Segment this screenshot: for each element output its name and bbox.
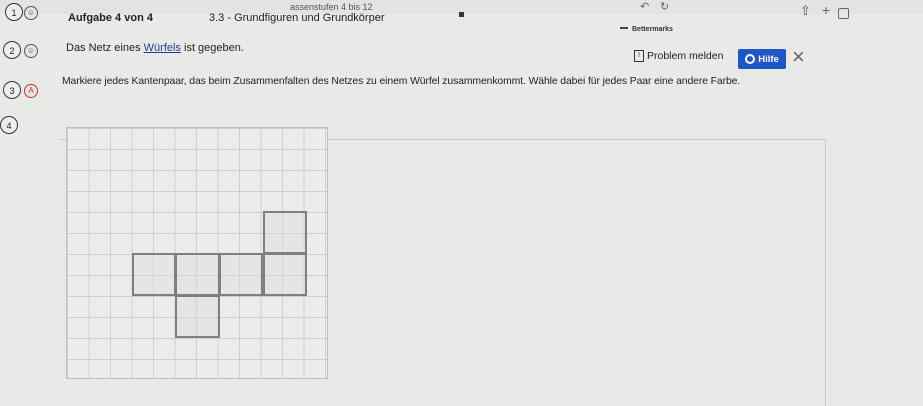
cube-face-2[interactable] [131,253,177,296]
report-label: Problem melden [647,50,724,62]
step-1-button[interactable]: 1 [5,3,23,21]
step-4-button[interactable]: 4 [0,116,18,134]
step-number: 1 [11,8,17,18]
help-label: Hilfe [758,53,779,65]
intro-text: Das Netz eines [66,42,144,54]
step-badge-text: A [28,86,34,95]
back-icon[interactable]: ↶ [640,0,649,13]
cube-net-grid [66,127,328,379]
step-2-button[interactable]: 2 [3,41,21,59]
step-1-smiley-icon: ☺ [24,6,38,20]
step-3-badge: A [24,84,38,98]
tabs-icon[interactable] [838,8,849,19]
new-tab-icon[interactable]: + [822,2,830,18]
reload-icon[interactable]: ↻ [660,0,669,13]
report-problem-button[interactable]: ! Problem melden [634,50,723,62]
bookmark-label[interactable]: Bettermarks [632,26,673,33]
help-button[interactable]: Hilfe [738,49,786,69]
task-topic: 3.3 - Grundfiguren und Grundkörper [209,12,385,24]
tab-indicator-icon [459,12,464,17]
task-title: Aufgabe 4 von 4 [68,12,153,24]
cube-face-4[interactable] [218,253,264,296]
step-number: 2 [9,46,15,56]
cube-face-6[interactable] [175,295,220,338]
step-number: 3 [9,86,15,96]
close-icon[interactable]: × [792,46,805,68]
content-border-right [825,139,826,406]
url-text[interactable]: assenstufen 4 bis 12 [290,2,373,12]
cube-face-1[interactable] [262,211,308,254]
task-instruction: Markiere jedes Kantenpaar, das beim Zusa… [62,76,741,87]
lifebuoy-icon [745,54,756,64]
glossary-link-wuerfel[interactable]: Würfels [144,42,181,54]
step-3-button[interactable]: 3 [3,81,21,99]
step-number: 4 [6,121,12,131]
task-intro: Das Netz eines Würfels ist gegeben. [66,42,244,54]
intro-text-end: ist gegeben. [180,42,244,54]
cube-face-3[interactable] [175,253,220,296]
step-2-smiley-icon: ☺ [24,44,38,58]
share-icon[interactable]: ⇧ [800,3,811,19]
bookmark-icon [620,27,628,29]
report-icon: ! [634,50,644,62]
cube-face-5[interactable] [262,253,308,296]
